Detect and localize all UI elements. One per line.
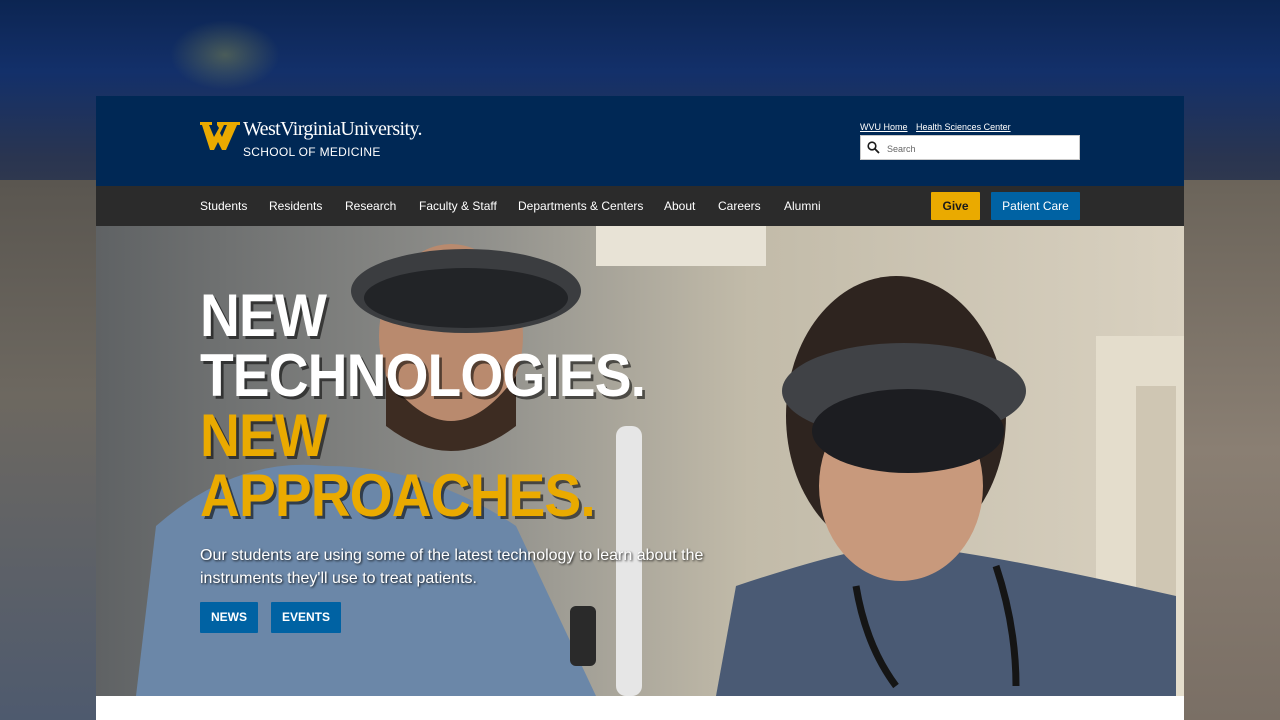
nav-item-residents[interactable]: Residents — [269, 199, 322, 213]
background-blur-right — [1184, 180, 1280, 720]
flying-wv-logo-icon — [200, 122, 240, 150]
search-icon — [867, 141, 880, 154]
hero-headline-line3: NEW — [200, 402, 327, 469]
nav-item-careers[interactable]: Careers — [718, 199, 761, 213]
wvu-home-link[interactable]: WVU Home — [860, 122, 908, 132]
logo-wordmark: WestVirginiaUniversity. — [243, 118, 423, 140]
nav-item-research[interactable]: Research — [345, 199, 396, 213]
events-button[interactable]: EVENTS — [271, 602, 341, 633]
utility-links: WVU Home Health Sciences Center — [860, 122, 1017, 132]
news-button[interactable]: NEWS — [200, 602, 258, 633]
give-button[interactable]: Give — [931, 192, 980, 220]
nav-item-alumni[interactable]: Alumni — [784, 199, 821, 213]
site-header: WestVirginiaUniversity. SCHOOL OF MEDICI… — [96, 96, 1184, 186]
nav-item-departments-centers[interactable]: Departments & Centers — [518, 199, 643, 213]
hero-subtitle: Our students are using some of the lates… — [200, 547, 704, 587]
logo-school-name: SCHOOL OF MEDICINE — [243, 145, 381, 159]
search-box[interactable] — [860, 135, 1080, 160]
health-sciences-center-link[interactable]: Health Sciences Center — [916, 122, 1011, 132]
nav-item-students[interactable]: Students — [200, 199, 247, 213]
hero-headline-line1: NEW — [200, 282, 327, 349]
browser-page: WestVirginiaUniversity. SCHOOL OF MEDICI… — [96, 96, 1184, 720]
content-area — [96, 696, 1184, 720]
hero-headline: NEW TECHNOLOGIES. NEW APPROACHES. — [200, 282, 646, 529]
main-nav: Students Residents Research Faculty & St… — [96, 186, 1184, 226]
patient-care-button[interactable]: Patient Care — [991, 192, 1080, 220]
hero-banner: NEW TECHNOLOGIES. NEW APPROACHES. Our st… — [96, 226, 1184, 696]
search-input[interactable] — [885, 139, 1074, 158]
hero-headline-line4: APPROACHES. — [200, 462, 596, 529]
background-blur-left — [0, 180, 96, 720]
nav-item-about[interactable]: About — [664, 199, 695, 213]
nav-item-faculty-staff[interactable]: Faculty & Staff — [419, 199, 497, 213]
hero-headline-line2: TECHNOLOGIES. — [200, 342, 646, 409]
background-glow — [170, 20, 280, 90]
